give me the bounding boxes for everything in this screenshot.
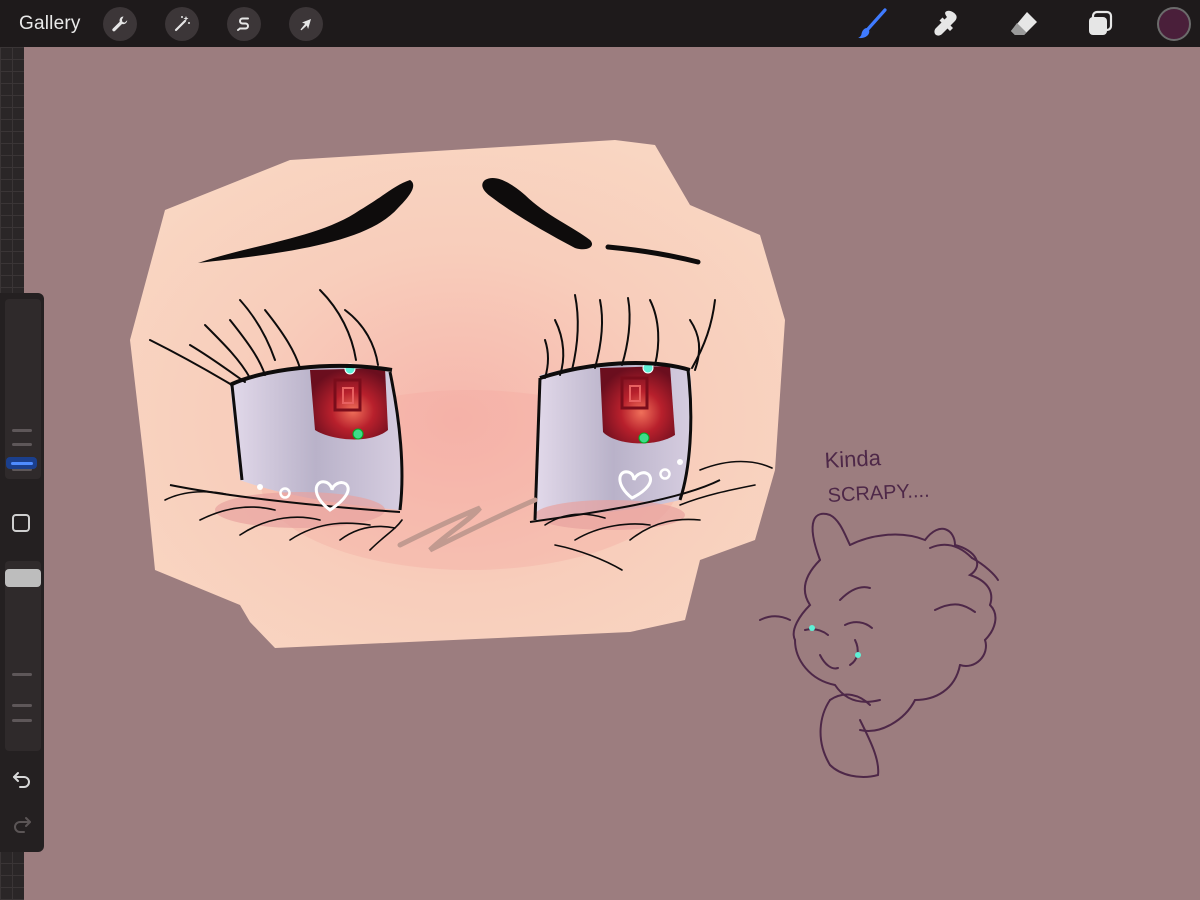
transform-button[interactable] xyxy=(288,6,323,41)
opacity-tick xyxy=(12,704,32,707)
opacity-tick xyxy=(12,673,32,676)
adjustments-button[interactable] xyxy=(164,6,199,41)
brush-sidebar xyxy=(0,293,44,852)
selection-s-icon xyxy=(236,17,249,31)
brush-size-handle[interactable] xyxy=(6,457,37,469)
eraser-button[interactable] xyxy=(1005,5,1043,43)
wrench-icon xyxy=(111,16,127,31)
brush-button[interactable] xyxy=(853,5,891,43)
top-toolbar: Gallery xyxy=(0,0,1200,47)
drawing-canvas[interactable]: Kinda SCRAPY.... xyxy=(0,0,1200,900)
arrow-cursor-icon xyxy=(300,18,311,30)
note-line-1: Kinda xyxy=(824,445,882,473)
gallery-button[interactable]: Gallery xyxy=(19,13,81,35)
right-eyebrow-tail xyxy=(605,244,701,265)
layers-button[interactable] xyxy=(1081,5,1119,43)
left-eye xyxy=(149,289,404,551)
selection-button[interactable] xyxy=(226,6,261,41)
opacity-tick xyxy=(12,719,32,722)
brush-icon xyxy=(858,7,887,38)
square-modifier-icon[interactable] xyxy=(12,514,30,532)
right-toolset xyxy=(853,0,1200,47)
smudge-button[interactable] xyxy=(929,5,967,43)
right-eye xyxy=(529,294,773,571)
magic-wand-icon xyxy=(174,15,190,31)
blush xyxy=(260,390,680,570)
opacity-slider[interactable] xyxy=(5,561,41,751)
layers-icon xyxy=(1089,10,1113,35)
nose-squiggle xyxy=(397,497,538,553)
smudge-icon xyxy=(934,10,957,36)
undo-icon[interactable] xyxy=(10,767,34,791)
skin-patch xyxy=(130,140,785,648)
note-line-2: SCRAPY.... xyxy=(827,480,930,507)
brush-size-slider[interactable] xyxy=(5,299,41,479)
size-tick xyxy=(12,429,32,432)
size-tick xyxy=(12,443,32,446)
opacity-handle[interactable] xyxy=(5,569,41,587)
color-picker-button[interactable] xyxy=(1157,6,1191,41)
right-eyebrow xyxy=(482,177,593,250)
left-eyebrow xyxy=(198,180,414,263)
character-doodle xyxy=(759,512,999,778)
redo-icon[interactable] xyxy=(10,812,34,836)
eraser-icon xyxy=(1011,11,1037,35)
actions-button[interactable] xyxy=(102,6,137,41)
